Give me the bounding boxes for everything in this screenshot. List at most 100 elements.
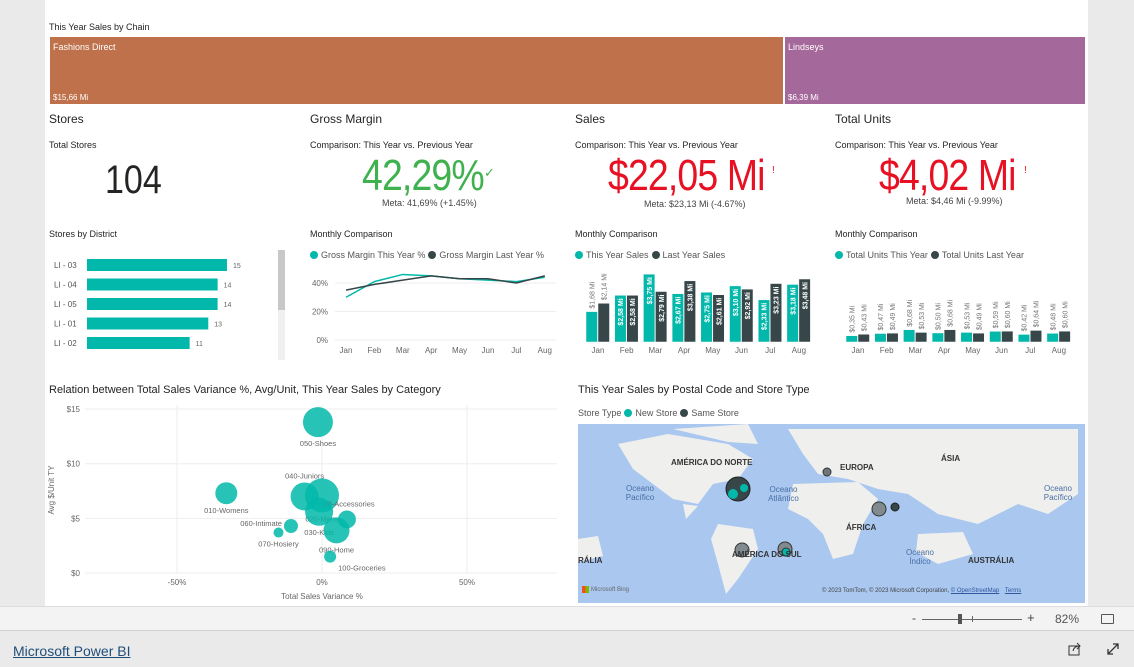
y-tick-label: 0% [316, 336, 328, 345]
data-label: $0,60 Mi [1005, 301, 1012, 328]
bar-this-year[interactable] [903, 329, 916, 343]
district-bar[interactable] [87, 259, 227, 271]
x-tick-label: May [965, 346, 980, 355]
scatter-bubble[interactable] [215, 482, 238, 505]
x-tick-label: Aug [792, 346, 806, 355]
x-tick-label: Jan [340, 346, 353, 355]
map-label-pacific: Oceano Pacífico [625, 484, 655, 502]
share-icon[interactable] [1068, 642, 1082, 656]
terms-link[interactable]: Terms [1005, 588, 1021, 594]
bar-last-year[interactable] [597, 303, 610, 343]
bar-this-year[interactable] [931, 332, 944, 343]
data-label: $2,14 Mi [602, 273, 609, 300]
bar-this-year[interactable] [874, 333, 887, 343]
bar-last-year[interactable] [972, 332, 985, 343]
y-tick-label: 20% [312, 308, 328, 317]
map-label-australia: AUSTRÁLIA [968, 556, 1015, 565]
x-tick-label: 0% [316, 578, 328, 587]
district-bar[interactable] [87, 337, 190, 349]
map-label-north-america: AMÉRICA DO NORTE [671, 458, 753, 467]
map-bubble[interactable] [871, 501, 887, 517]
power-bi-link[interactable]: Microsoft Power BI [13, 643, 130, 659]
scatter-bubble[interactable] [283, 519, 298, 534]
bar-this-year[interactable] [1017, 334, 1030, 343]
bubble-label: 100-Groceries [338, 564, 386, 573]
x-tick-label: Apr [938, 346, 951, 355]
data-label: $2,58 Mi [618, 298, 625, 325]
district-bar[interactable] [87, 278, 218, 291]
osm-link[interactable]: © OpenStreetMap [951, 588, 999, 594]
data-label: $0,48 Mi [1050, 303, 1057, 330]
map-bubble[interactable] [822, 467, 832, 477]
fullscreen-icon[interactable] [1106, 642, 1120, 656]
y-tick-label: $5 [71, 514, 80, 523]
bar-this-year[interactable] [989, 331, 1002, 343]
bubble-label: 070-Hosiery [258, 540, 299, 549]
data-label: $2,75 Mi [704, 295, 711, 322]
data-label: $3,18 Mi [790, 287, 797, 314]
map-bubble[interactable] [740, 484, 748, 492]
bar-this-year[interactable] [585, 311, 598, 343]
copyright-text: © 2023 TomTom, © 2023 Microsoft Corporat… [822, 588, 950, 594]
x-tick-label: Jan [592, 346, 605, 355]
y-tick-label: $10 [67, 460, 81, 469]
central-america [683, 504, 698, 519]
map-bubble[interactable] [890, 502, 900, 512]
scatter-bubble[interactable] [323, 517, 350, 544]
data-label: 15 [233, 263, 241, 270]
bar-last-year[interactable] [915, 332, 928, 343]
x-tick-label: Feb [880, 346, 894, 355]
x-tick-label: Mar [396, 346, 410, 355]
district-bar[interactable] [87, 317, 209, 330]
bing-logo: Microsoft Bing [582, 586, 629, 593]
zoom-in-button[interactable]: + [1027, 610, 1035, 625]
data-label: $2,67 Mi [676, 297, 683, 324]
scatter-bubble[interactable] [273, 527, 284, 538]
scatter-bubble[interactable] [302, 407, 333, 438]
category-label: LI - 05 [54, 300, 77, 309]
bubble-label: 050-Shoes [300, 439, 337, 448]
fit-to-page-icon[interactable] [1101, 614, 1114, 624]
south-america [711, 524, 758, 594]
data-label: $0,53 Mi [919, 302, 926, 329]
x-tick-label: Aug [538, 346, 552, 355]
bar-this-year[interactable] [845, 335, 858, 343]
bar-last-year[interactable] [1058, 330, 1071, 343]
category-label: LI - 03 [54, 261, 77, 270]
data-label: $0,64 Mi [1034, 300, 1041, 327]
x-tick-label: Jan [852, 346, 865, 355]
zoom-slider-thumb[interactable] [958, 614, 962, 624]
data-label: $3,23 Mi [774, 286, 781, 313]
map-label-australia-left: RÁLIA [578, 556, 603, 565]
zoom-out-button[interactable]: - [912, 611, 916, 625]
bubble-label: 010-Womens [204, 506, 249, 515]
bar-last-year[interactable] [886, 332, 899, 343]
y-tick-label: $15 [67, 405, 81, 414]
data-label: $0,59 Mi [993, 301, 1000, 328]
bar-last-year[interactable] [1029, 330, 1042, 343]
data-label: 14 [224, 283, 232, 290]
map-label-south-america: AMÉRICA DO SUL [732, 550, 802, 559]
scatter-bubble[interactable] [324, 550, 337, 563]
x-tick-label: Jun [482, 346, 495, 355]
map-bubble[interactable] [728, 489, 738, 499]
bubble-label: 090-Home [319, 545, 354, 554]
data-label: $0,42 Mi [1022, 304, 1029, 331]
bar-this-year[interactable] [960, 332, 973, 343]
map[interactable]: AMÉRICA DO NORTE EUROPA ÁSIA ÁFRICA AMÉR… [578, 424, 1085, 603]
map-label-atlantic: Oceano Atlântico [768, 485, 799, 503]
district-bar[interactable] [87, 298, 218, 310]
x-tick-label: Jul [765, 346, 775, 355]
bar-last-year[interactable] [943, 329, 956, 343]
bar-last-year[interactable] [857, 333, 870, 343]
bar-this-year[interactable] [1046, 333, 1059, 343]
bar-last-year[interactable] [1001, 330, 1014, 343]
category-label: LI - 04 [54, 281, 77, 290]
data-label: $0,68 Mi [907, 299, 914, 326]
x-tick-label: Aug [1052, 346, 1066, 355]
data-label: $0,49 Mi [976, 303, 983, 330]
data-label: $2,33 Mi [762, 303, 769, 330]
data-label: $0,50 Mi [936, 303, 943, 330]
x-tick-label: Apr [678, 346, 691, 355]
y-axis-title: Avg $/Unit TY [47, 465, 56, 515]
